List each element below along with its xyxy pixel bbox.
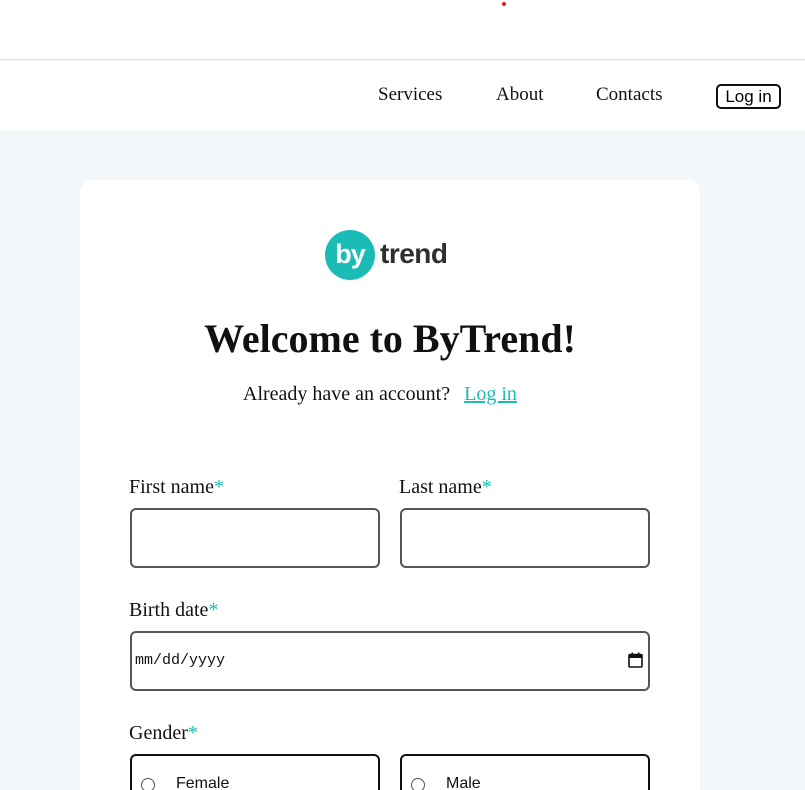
gender-male-label: Male [446,775,481,790]
required-mark: * [214,476,224,498]
account-prompt-text: Already have an account? [243,383,451,405]
logo-wordmark: trend [380,238,448,269]
top-strip [0,0,805,60]
nav-link-contacts[interactable]: Contacts [596,84,663,106]
required-mark: * [187,722,198,744]
first-name-label-text: First name [129,476,214,498]
birth-date-label-text: Birth date [129,599,209,621]
gender-option-female[interactable]: Female [130,754,380,790]
notification-dot [502,2,506,6]
nav-link-services[interactable]: Services [378,84,442,106]
navbar: Services About Contacts [0,61,805,130]
nav-login-button[interactable]: Log in [716,84,781,109]
last-name-label: Last name* [399,475,492,499]
logo-mark: by [325,230,375,280]
first-name-field[interactable] [130,508,380,568]
gender-label-text: Gender [129,722,188,744]
radio-female[interactable] [141,778,155,790]
required-mark: * [208,599,219,621]
first-name-label: First name* [129,475,224,499]
gender-female-label: Female [176,775,230,790]
calendar-icon[interactable] [628,652,643,668]
gender-option-male[interactable]: Male [400,754,650,790]
account-prompt: Already have an account? Log in [243,382,517,406]
required-mark: * [481,476,492,498]
last-name-field[interactable] [400,508,650,568]
birth-date-field[interactable]: mm/dd/yyyy [130,631,650,691]
nav-link-about[interactable]: About [496,84,544,106]
bytrend-logo: by trend [325,230,465,281]
gender-label: Gender* [129,721,198,745]
birth-date-placeholder: mm/dd/yyyy [135,652,226,669]
page-title: Welcome to ByTrend! [204,316,576,361]
last-name-label-text: Last name [399,476,482,498]
birth-date-label: Birth date* [129,598,218,622]
radio-male[interactable] [411,778,425,790]
login-link[interactable]: Log in [464,383,517,405]
